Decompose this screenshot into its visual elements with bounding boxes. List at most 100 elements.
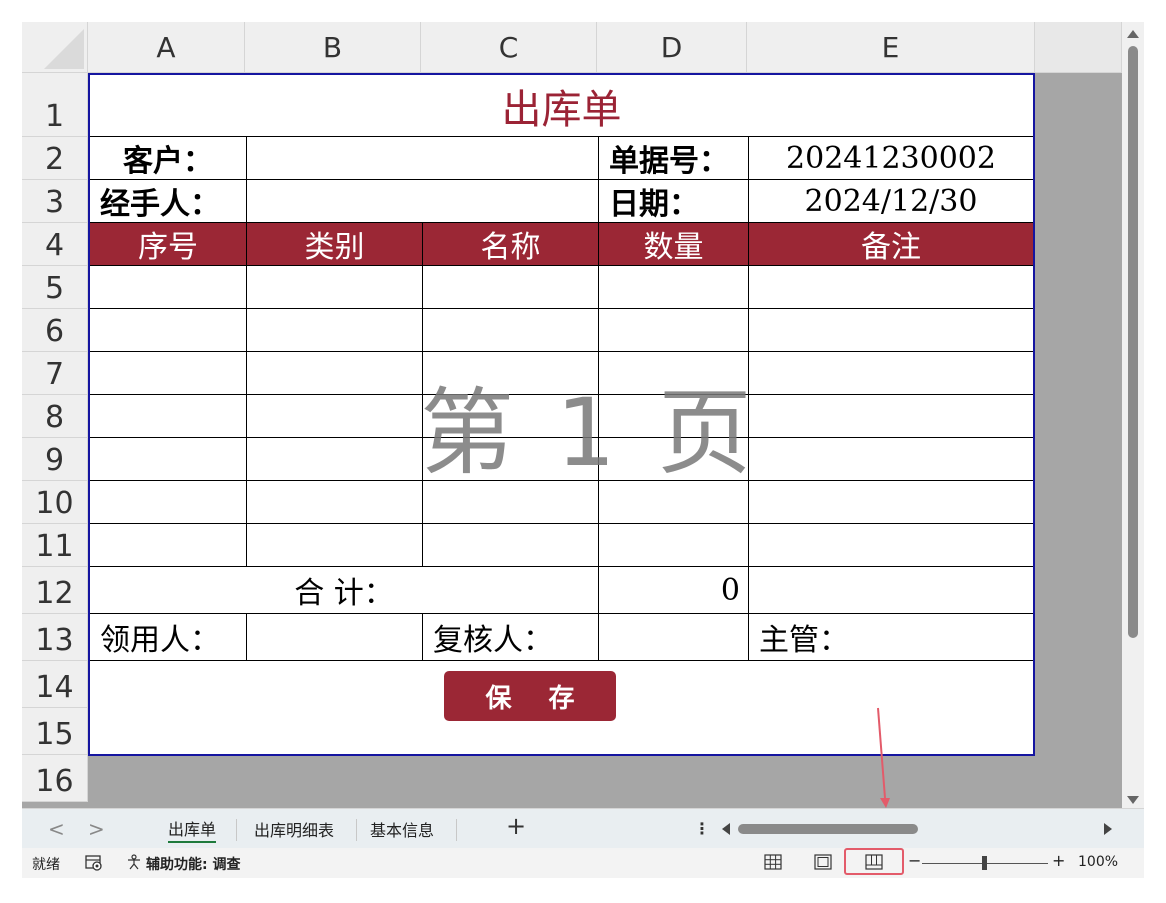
detail-cell[interactable]	[247, 266, 423, 309]
detail-cell[interactable]	[90, 524, 247, 567]
normal-view-icon[interactable]	[762, 852, 784, 872]
accessibility-status[interactable]: 辅助功能: 调查	[126, 854, 240, 874]
scroll-down-icon[interactable]	[1127, 796, 1139, 804]
doc-no-value[interactable]: 20241230002	[749, 137, 1033, 180]
detail-cell[interactable]	[423, 352, 599, 395]
detail-cell[interactable]	[749, 266, 1033, 309]
header-index[interactable]: 序号	[90, 223, 247, 266]
add-sheet-button[interactable]: +	[506, 812, 526, 840]
total-value[interactable]: 0	[599, 567, 749, 614]
next-sheet-icon[interactable]: >	[88, 817, 105, 841]
zoom-in-button[interactable]: +	[1052, 851, 1065, 870]
receiver-label[interactable]: 领用人：	[90, 614, 247, 661]
row-header-10[interactable]: 10	[22, 481, 88, 524]
total-label[interactable]: 合 计：	[90, 567, 599, 614]
prev-sheet-icon[interactable]: <	[48, 817, 65, 841]
scroll-up-icon[interactable]	[1127, 30, 1139, 38]
scroll-left-icon[interactable]	[722, 823, 730, 835]
zoom-level[interactable]: 100%	[1078, 854, 1118, 870]
detail-cell[interactable]	[599, 309, 749, 352]
detail-cell[interactable]	[599, 481, 749, 524]
sheet-tab-outbound-detail[interactable]: 出库明细表	[254, 815, 334, 843]
detail-cell[interactable]	[247, 395, 423, 438]
detail-cell[interactable]	[90, 438, 247, 481]
detail-cell[interactable]	[90, 309, 247, 352]
detail-cell[interactable]	[599, 352, 749, 395]
detail-cell[interactable]	[749, 481, 1033, 524]
customer-value[interactable]	[247, 137, 599, 180]
column-header-d[interactable]: D	[597, 22, 747, 73]
row-header-3[interactable]: 3	[22, 180, 88, 223]
row-header-15[interactable]: 15	[22, 708, 88, 755]
zoom-out-button[interactable]: −	[908, 851, 921, 870]
doc-no-label[interactable]: 单据号：	[599, 137, 749, 180]
detail-cell[interactable]	[90, 395, 247, 438]
detail-cell[interactable]	[423, 481, 599, 524]
customer-label[interactable]: 客户：	[90, 137, 247, 180]
page-layout-view-icon[interactable]	[812, 852, 834, 872]
column-header-b[interactable]: B	[245, 22, 421, 73]
receiver-value[interactable]	[247, 614, 423, 661]
column-header-e[interactable]: E	[747, 22, 1035, 73]
row-header-2[interactable]: 2	[22, 137, 88, 180]
sheet-grid[interactable]: A B C D E 1 2 3 4 5 6 7 8 9 10 11 12 13 …	[22, 22, 1122, 808]
row-header-9[interactable]: 9	[22, 438, 88, 481]
detail-cell[interactable]	[423, 524, 599, 567]
form-title[interactable]: 出库单	[90, 75, 1033, 137]
detail-cell[interactable]	[247, 352, 423, 395]
detail-cell[interactable]	[423, 309, 599, 352]
zoom-slider-thumb[interactable]	[982, 856, 987, 870]
detail-cell[interactable]	[599, 524, 749, 567]
macro-record-icon[interactable]	[84, 854, 104, 872]
handler-label[interactable]: 经手人：	[90, 180, 247, 223]
row-header-11[interactable]: 11	[22, 524, 88, 567]
sheet-tab-basic-info[interactable]: 基本信息	[370, 815, 434, 843]
detail-cell[interactable]	[247, 524, 423, 567]
detail-cell[interactable]	[247, 438, 423, 481]
row-header-14[interactable]: 14	[22, 661, 88, 708]
detail-cell[interactable]	[599, 438, 749, 481]
page-break-preview-icon[interactable]	[863, 852, 885, 872]
handler-value[interactable]	[247, 180, 599, 223]
detail-cell[interactable]	[749, 438, 1033, 481]
detail-cell[interactable]	[247, 481, 423, 524]
scroll-right-icon[interactable]	[1104, 823, 1112, 835]
detail-cell[interactable]	[423, 266, 599, 309]
vertical-scrollbar[interactable]	[1122, 22, 1144, 808]
row-header-5[interactable]: 5	[22, 266, 88, 309]
column-header-a[interactable]: A	[88, 22, 245, 73]
detail-cell[interactable]	[423, 438, 599, 481]
detail-cell[interactable]	[749, 309, 1033, 352]
header-quantity[interactable]: 数量	[599, 223, 749, 266]
detail-cell[interactable]	[599, 266, 749, 309]
header-remark[interactable]: 备注	[749, 223, 1033, 266]
detail-cell[interactable]	[90, 481, 247, 524]
total-remark[interactable]	[749, 567, 1033, 614]
reviewer-label[interactable]: 复核人：	[423, 614, 599, 661]
save-button[interactable]: 保 存	[444, 671, 616, 721]
vertical-scroll-thumb[interactable]	[1128, 46, 1138, 638]
detail-cell[interactable]	[423, 395, 599, 438]
header-category[interactable]: 类别	[247, 223, 423, 266]
header-name[interactable]: 名称	[423, 223, 599, 266]
column-header-c[interactable]: C	[421, 22, 597, 73]
sheet-tab-outbound[interactable]: 出库单	[168, 815, 217, 843]
detail-cell[interactable]	[749, 352, 1033, 395]
row-header-8[interactable]: 8	[22, 395, 88, 438]
detail-cell[interactable]	[90, 352, 247, 395]
date-label[interactable]: 日期：	[599, 180, 749, 223]
horizontal-scroll-thumb[interactable]	[738, 824, 918, 834]
row-header-1[interactable]: 1	[22, 73, 88, 137]
detail-cell[interactable]	[749, 395, 1033, 438]
detail-cell[interactable]	[749, 524, 1033, 567]
row-header-12[interactable]: 12	[22, 567, 88, 614]
more-options-icon[interactable]: ⋮	[694, 819, 710, 838]
horizontal-scrollbar[interactable]	[718, 819, 1116, 839]
detail-cell[interactable]	[90, 266, 247, 309]
column-header-f[interactable]	[1035, 22, 1122, 73]
row-header-6[interactable]: 6	[22, 309, 88, 352]
supervisor-label[interactable]: 主管：	[749, 614, 1033, 661]
date-value[interactable]: 2024/12/30	[749, 180, 1033, 223]
detail-cell[interactable]	[247, 309, 423, 352]
detail-cell[interactable]	[599, 395, 749, 438]
